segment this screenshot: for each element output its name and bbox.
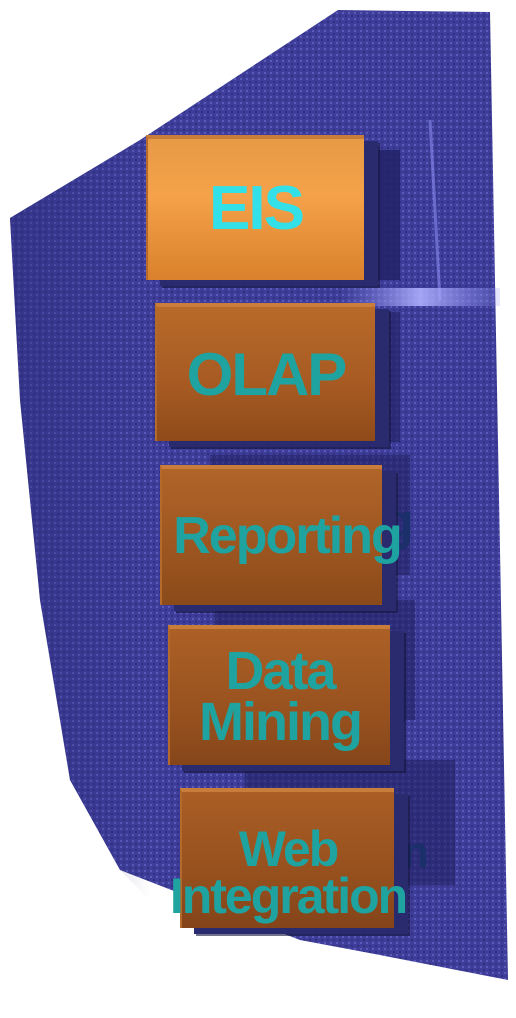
block-reporting: Reporting [160,465,403,605]
block-olap-label: OLAP [186,340,348,408]
block-web-integration-label: Web Integration [169,820,408,924]
block-eis: EIS [146,135,364,280]
block-eis-label: EIS [209,174,305,244]
block-olap: OLAP [155,303,375,441]
block-web-integration: Web Integration [170,788,408,928]
block-data-mining: Data Mining [168,625,390,765]
block-reporting-label: Reporting [173,507,403,566]
block-data-mining-label: Data Mining [199,640,363,752]
ghost-letter-datamining: l [395,681,409,734]
diagram-canvas: g l n EIS OLAP Reporting Data Mining Web… [0,0,516,1018]
